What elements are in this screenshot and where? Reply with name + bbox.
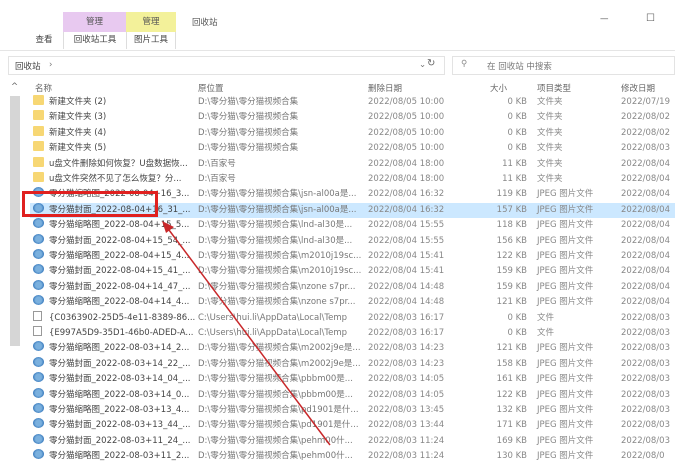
annotation-arrow (162, 221, 331, 446)
arrow-line (165, 225, 331, 446)
arrow-head (162, 221, 174, 233)
